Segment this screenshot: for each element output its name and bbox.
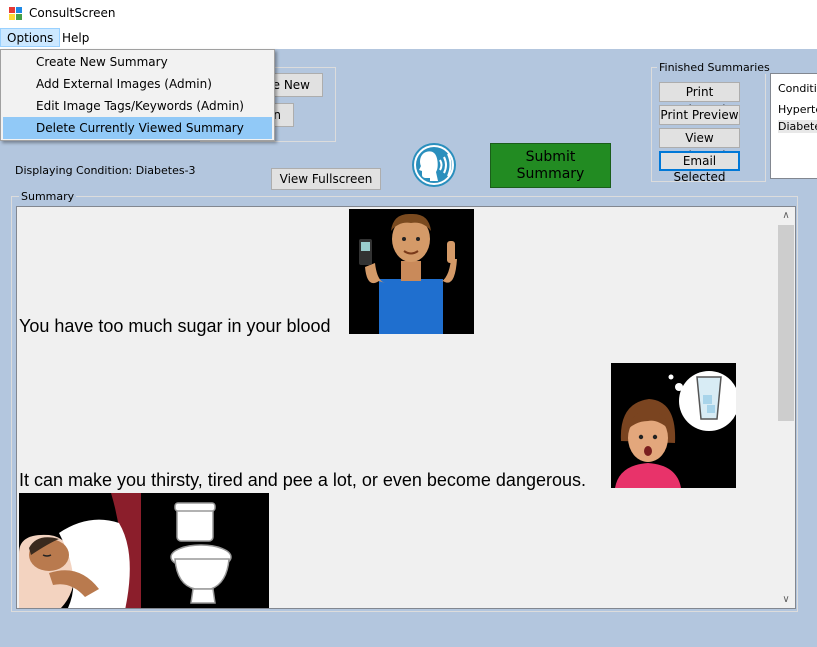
menu-bar: Options Help [0, 28, 817, 49]
window-title: ConsultScreen [29, 6, 116, 20]
submit-summary-button[interactable]: Submit Summary [490, 143, 611, 188]
scroll-up-icon[interactable]: ∧ [777, 207, 795, 224]
speak-icon[interactable] [410, 142, 460, 188]
finished-summaries-legend: Finished Summaries [657, 61, 772, 74]
conditions-header: Condition [778, 82, 817, 95]
scroll-thumb[interactable] [778, 225, 794, 421]
menu-delete-summary[interactable]: Delete Currently Viewed Summary [3, 117, 272, 139]
summary-line-2: It can make you thirsty, tired and pee a… [19, 470, 586, 490]
toilet-picture [141, 493, 269, 608]
menu-help[interactable]: Help [56, 29, 95, 48]
menu-add-external-images[interactable]: Add External Images (Admin) [3, 73, 272, 95]
condition-item-hypertension[interactable]: Hyperten [778, 103, 817, 116]
options-dropdown: Create New Summary Add External Images (… [0, 49, 275, 141]
tired-picture [19, 493, 141, 608]
thirsty-picture [611, 363, 736, 488]
blood-sugar-picture [349, 209, 474, 334]
menu-options[interactable]: Options [0, 28, 61, 47]
email-selected-button[interactable]: Email Selected [659, 151, 740, 184]
print-preview-button[interactable]: Print Preview [659, 105, 740, 125]
app-icon [9, 7, 23, 21]
view-selected-button[interactable]: View Selected [659, 128, 740, 163]
summary-content: You have too much sugar in your blood It… [16, 206, 796, 609]
menu-create-new-summary[interactable]: Create New Summary [3, 51, 272, 73]
summary-legend: Summary [19, 190, 77, 203]
scroll-down-icon[interactable]: ∨ [777, 591, 795, 608]
view-fullscreen-button[interactable]: View Fullscreen [271, 168, 381, 190]
title-bar: ConsultScreen [0, 0, 817, 28]
condition-item-diabetes[interactable]: Diabetes [778, 120, 817, 133]
menu-edit-image-tags[interactable]: Edit Image Tags/Keywords (Admin) [3, 95, 272, 117]
displaying-condition-label: Displaying Condition: Diabetes-3 [15, 164, 196, 177]
summary-line-1: You have too much sugar in your blood [19, 316, 331, 336]
summary-scrollbar[interactable]: ∧ ∨ [777, 207, 795, 608]
print-selected-button[interactable]: Print Selected [659, 82, 740, 117]
conditions-listbox[interactable]: Condition Hyperten Diabetes [770, 73, 817, 179]
